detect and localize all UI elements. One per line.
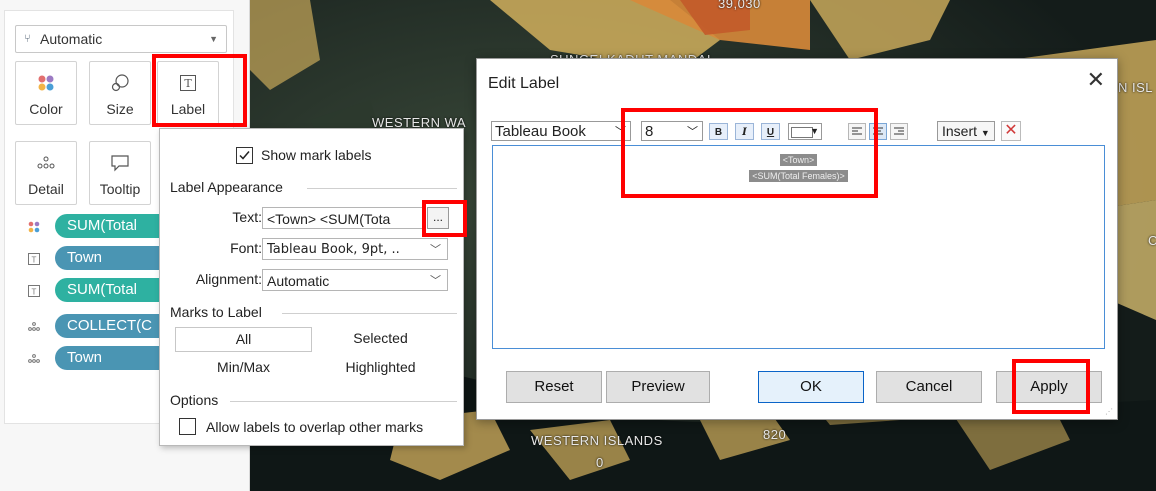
format-toolbar: Tableau Book ﹀ 8 ﹀ B I U ▼ Insert ▼ ✕	[491, 121, 1111, 143]
tooltip-shelf-label: Tooltip	[99, 181, 141, 197]
insert-label: Insert	[942, 123, 978, 139]
align-center-icon	[873, 127, 883, 135]
show-mark-labels-label: Show mark labels	[261, 147, 372, 163]
label-settings-popup: Show mark labels Label Appearance Text: …	[159, 128, 464, 446]
text-field-label: Text:	[232, 209, 262, 225]
clear-format-icon[interactable]: ✕	[1001, 121, 1021, 141]
label-text-icon: T	[27, 252, 41, 266]
label-text-icon: T	[27, 284, 41, 298]
label-shelf-label: Label	[170, 101, 206, 117]
font-name-value: Tableau Book	[495, 123, 586, 140]
show-mark-labels-checkbox[interactable]	[236, 147, 253, 164]
map-label: C	[1148, 233, 1156, 248]
chevron-down-icon: ▼	[209, 34, 218, 44]
label-appearance-text: Label Appearance	[170, 179, 283, 195]
allow-overlap-label: Allow labels to overlap other marks	[206, 419, 424, 435]
allow-overlap-checkbox[interactable]	[179, 418, 196, 435]
marks-option-min-max[interactable]: Min/Max	[175, 356, 312, 381]
align-left-button[interactable]	[848, 123, 866, 140]
color-dots-icon	[16, 72, 76, 94]
underline-button[interactable]: U	[761, 123, 780, 140]
size-shelf-label: Size	[106, 101, 134, 117]
tooltip-speech-icon	[90, 152, 150, 174]
label-text-editor[interactable]: <Town> <SUM(Total Females)>	[492, 145, 1105, 349]
editor-line-town: <Town>	[779, 154, 818, 166]
size-shelf[interactable]: Size	[89, 61, 151, 125]
marks-to-label-text: Marks to Label	[170, 304, 262, 320]
align-right-button[interactable]	[890, 123, 908, 140]
options-header: Options	[170, 392, 218, 408]
detail-dots-icon	[27, 320, 41, 334]
font-name-dropdown[interactable]: Tableau Book ﹀	[491, 121, 631, 141]
alignment-value: Automatic	[267, 273, 330, 289]
editor-line-sum-total-females: <SUM(Total Females)>	[749, 170, 848, 182]
detail-shelf-label: Detail	[28, 181, 64, 197]
map-label: 0	[596, 455, 604, 470]
insert-dropdown[interactable]: Insert ▼	[937, 121, 995, 141]
font-size-dropdown[interactable]: 8 ﹀	[641, 121, 703, 141]
edit-label-dialog: Edit Label ✕ Tableau Book ﹀ 8 ﹀ B I U ▼ …	[476, 58, 1118, 420]
options-text: Options	[170, 392, 219, 408]
marks-option-highlighted[interactable]: Highlighted	[312, 356, 449, 381]
chevron-down-icon: ﹀	[615, 126, 626, 138]
detail-dots-icon	[16, 152, 76, 174]
align-center-button[interactable]	[869, 123, 887, 140]
size-icon	[90, 72, 150, 94]
divider	[307, 188, 457, 189]
ok-button[interactable]: OK	[758, 371, 864, 403]
reset-button[interactable]: Reset	[506, 371, 602, 403]
map-label: 39,030	[718, 0, 761, 11]
tooltip-shelf[interactable]: Tooltip	[89, 141, 151, 205]
checkmark-icon	[239, 151, 250, 160]
chevron-down-icon: ﹀	[687, 126, 698, 138]
resize-grip-icon[interactable]: ⋰	[1105, 407, 1113, 416]
editor-content: <Town> <SUM(Total Females)>	[493, 150, 1104, 182]
detail-shelf[interactable]: Detail	[15, 141, 77, 205]
text-field[interactable]: <Town> <SUM(Tota	[262, 207, 425, 229]
mark-type-value: Automatic	[40, 31, 103, 47]
close-icon[interactable]: ✕	[1087, 67, 1105, 93]
chevron-down-icon: ﹀	[430, 275, 441, 287]
align-right-icon	[894, 127, 904, 135]
font-field-label: Font:	[230, 240, 262, 256]
map-label: WESTERN ISLANDS	[531, 433, 663, 448]
italic-button[interactable]: I	[735, 123, 754, 140]
map-label: N ISL	[1118, 80, 1154, 95]
svg-text:T: T	[32, 256, 37, 265]
divider	[230, 401, 457, 402]
svg-text:T: T	[184, 77, 192, 90]
automatic-mark-icon: ⑂	[24, 33, 31, 45]
chevron-down-icon: ▼	[980, 128, 990, 138]
mark-type-dropdown[interactable]: ⑂ Automatic ▼	[15, 25, 227, 53]
label-text-icon: T	[158, 72, 218, 94]
text-ellipsis-button[interactable]: ...	[427, 207, 449, 229]
color-dots-icon	[27, 220, 41, 234]
font-color-picker[interactable]: ▼	[788, 123, 822, 140]
dialog-title: Edit Label	[488, 75, 560, 92]
alignment-field-label: Alignment:	[195, 271, 262, 287]
label-appearance-header: Label Appearance	[170, 179, 283, 195]
chevron-down-icon: ▼	[810, 126, 819, 136]
label-shelf[interactable]: T Label	[157, 61, 219, 125]
align-left-icon	[852, 127, 862, 135]
marks-option-selected[interactable]: Selected	[312, 327, 449, 352]
cancel-button[interactable]: Cancel	[876, 371, 982, 403]
map-label: 820	[763, 427, 787, 442]
chevron-down-icon: ﹀	[430, 243, 441, 256]
color-shelf-label: Color	[29, 101, 63, 117]
font-dropdown[interactable]: Tableau Book, 9pt, .. ﹀	[262, 238, 448, 260]
bold-button[interactable]: B	[709, 123, 728, 140]
apply-button[interactable]: Apply	[996, 371, 1102, 403]
svg-text:T: T	[32, 288, 37, 297]
marks-to-label-header: Marks to Label	[170, 304, 262, 320]
divider	[282, 313, 457, 314]
color-shelf[interactable]: Color	[15, 61, 77, 125]
detail-dots-icon	[27, 352, 41, 366]
marks-option-all[interactable]: All	[175, 327, 312, 352]
preview-button[interactable]: Preview	[606, 371, 710, 403]
alignment-dropdown[interactable]: Automatic ﹀	[262, 269, 448, 291]
font-size-value: 8	[645, 123, 654, 140]
font-value: Tableau Book, 9pt, ..	[267, 242, 400, 257]
